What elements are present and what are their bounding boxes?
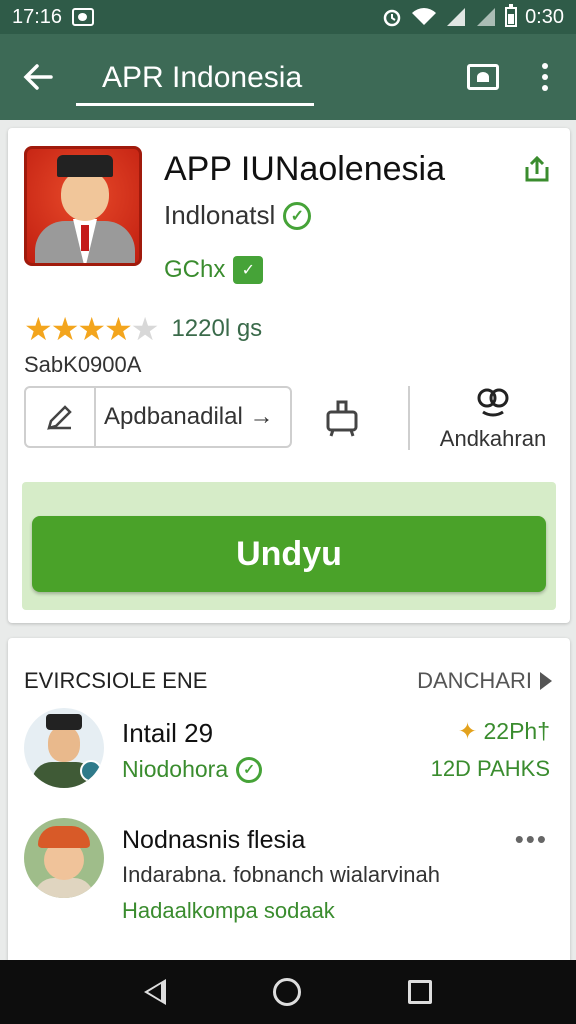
- category-name: GChx: [164, 256, 226, 283]
- edit-icon: [47, 405, 72, 430]
- see-more-link[interactable]: DANCHARI: [417, 668, 552, 694]
- app-icon: [24, 146, 142, 266]
- rating-row: ★★★★★ 1220l gs: [24, 310, 262, 348]
- install-button[interactable]: Undyu: [32, 516, 546, 592]
- update-button-label: Apdbanadilal →: [104, 403, 274, 430]
- app-bar-title: APR Indonesia: [76, 61, 315, 106]
- share-icon: [525, 155, 549, 182]
- back-arrow-icon: [23, 64, 53, 90]
- rating-count: 1220l gs: [171, 315, 263, 342]
- back-button[interactable]: [0, 34, 76, 120]
- notification-icon: [72, 8, 95, 26]
- review-sub: Hadaalkompa sodaak: [122, 898, 335, 923]
- cast-button[interactable]: [452, 34, 514, 120]
- review-score-text: 22Ph†: [483, 718, 550, 744]
- review-score: ✦ 22Ph†: [458, 718, 550, 745]
- category-icon: ✓: [233, 256, 264, 284]
- app-bar: APR Indonesia: [0, 34, 576, 120]
- review-text: Indarabna. fobnanch wialarvinah: [122, 862, 441, 887]
- battery-icon: [505, 4, 518, 27]
- more-vert-icon: [542, 63, 548, 91]
- feedback-label: Andkahran: [439, 426, 547, 451]
- signal-icon-2: [477, 8, 496, 26]
- system-nav-bar: [0, 960, 576, 1024]
- install-area: Undyu: [22, 482, 556, 610]
- verified-icon: ✓: [283, 201, 312, 230]
- app-name: APP IUNaolenesia: [164, 150, 445, 188]
- signal-icon: [447, 8, 466, 26]
- avatar[interactable]: [24, 708, 104, 788]
- developer-link[interactable]: Indlonatsl ✓: [164, 200, 312, 231]
- nav-back-icon[interactable]: [143, 979, 166, 1005]
- feedback-button[interactable]: Andkahran: [428, 386, 558, 452]
- more-options-button[interactable]: [514, 34, 576, 120]
- share-button[interactable]: [522, 154, 552, 184]
- update-button[interactable]: Apdbanadilal →: [24, 386, 292, 448]
- downloads-count: SabK0900A: [24, 352, 142, 377]
- action-divider: [408, 386, 410, 450]
- review-count: 12D PAHKS: [430, 756, 550, 781]
- app-info-card: APP IUNaolenesia Indlonatsl ✓ GChx ✓ ★★★…: [8, 128, 570, 623]
- reviews-card: EVIRCSIOLE ENE DANCHARI Intail 29 Niodoh…: [8, 638, 570, 968]
- cast-icon: [467, 64, 499, 90]
- see-more-label: DANCHARI: [417, 668, 532, 693]
- alarm-icon: [383, 9, 401, 27]
- status-bar: 17:16 0:30: [0, 0, 576, 34]
- rating-stars: ★★★★★: [24, 311, 159, 347]
- status-time-right: 0:30: [525, 5, 564, 28]
- verified-icon: ✓: [236, 756, 263, 783]
- category-link[interactable]: GChx ✓: [164, 256, 264, 284]
- chevron-right-icon: [540, 672, 552, 690]
- review-sub-text: Niodohora: [122, 756, 229, 782]
- nav-recents-icon[interactable]: [408, 980, 433, 1004]
- avatar[interactable]: [24, 818, 104, 898]
- nav-home-icon[interactable]: [272, 978, 301, 1006]
- review-author[interactable]: Nodnasnis flesia: [122, 826, 305, 855]
- sparkle-icon: ✦: [457, 718, 478, 744]
- review-more-button[interactable]: •••: [515, 824, 548, 855]
- wishlist-icon: [326, 400, 358, 437]
- review-sub: Niodohora ✓: [122, 756, 263, 783]
- section-title: EVIRCSIOLE ENE: [24, 668, 208, 693]
- wifi-icon: [412, 8, 437, 25]
- feedback-icon: [477, 388, 509, 417]
- wishlist-button[interactable]: [318, 394, 366, 442]
- developer-name: Indlonatsl: [164, 200, 276, 230]
- review-author[interactable]: Intail 29: [122, 718, 213, 749]
- status-time-left: 17:16: [12, 5, 63, 28]
